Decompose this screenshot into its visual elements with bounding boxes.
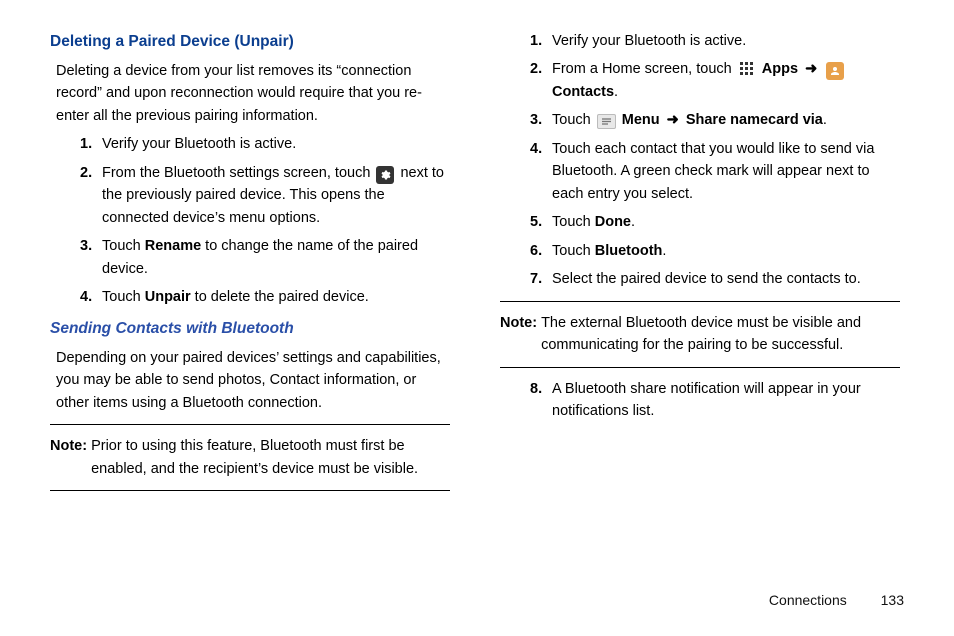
step-text: From a Home screen, touch Apps ➜ Contact… xyxy=(552,58,900,103)
section-name: Connections xyxy=(769,592,847,608)
bold-done: Done xyxy=(595,214,631,230)
step-number: 4. xyxy=(530,138,552,205)
note-label: Note: xyxy=(50,435,87,480)
list-item: 5. Touch Done. xyxy=(530,211,900,233)
step-number: 4. xyxy=(80,286,102,308)
list-item: 1. Verify your Bluetooth is active. xyxy=(530,30,900,52)
bold-menu: Menu xyxy=(622,112,660,128)
step-text: Touch Menu ➜ Share namecard via. xyxy=(552,109,900,131)
text: . xyxy=(823,112,827,128)
para-sending-desc: Depending on your paired devices’ settin… xyxy=(56,347,450,414)
arrow-icon: ➜ xyxy=(805,61,817,77)
bold-rename: Rename xyxy=(145,238,201,254)
list-item: 4. Touch Unpair to delete the paired dev… xyxy=(80,286,450,308)
step-number: 1. xyxy=(530,30,552,52)
step-number: 2. xyxy=(80,162,102,229)
step-number: 8. xyxy=(530,378,552,423)
note-label: Note: xyxy=(500,312,537,357)
list-item: 3. Touch Rename to change the name of th… xyxy=(80,235,450,280)
step-text: Verify your Bluetooth is active. xyxy=(552,30,900,52)
text: . xyxy=(631,214,635,230)
steps-continued: 8. A Bluetooth share notification will a… xyxy=(500,378,900,423)
list-item: 2. From the Bluetooth settings screen, t… xyxy=(80,162,450,229)
list-item: 1. Verify your Bluetooth is active. xyxy=(80,133,450,155)
list-item: 8. A Bluetooth share notification will a… xyxy=(530,378,900,423)
heading-deleting-paired: Deleting a Paired Device (Unpair) xyxy=(50,30,450,54)
text: . xyxy=(614,84,618,100)
page: Deleting a Paired Device (Unpair) Deleti… xyxy=(0,0,954,521)
step-text: From the Bluetooth settings screen, touc… xyxy=(102,162,450,229)
note-block: Note: Prior to using this feature, Bluet… xyxy=(50,424,450,491)
bold-apps: Apps xyxy=(762,61,798,77)
list-item: 4. Touch each contact that you would lik… xyxy=(530,138,900,205)
steps-unpair: 1. Verify your Bluetooth is active. 2. F… xyxy=(50,133,450,308)
text: From the Bluetooth settings screen, touc… xyxy=(102,165,374,181)
step-text: Touch Unpair to delete the paired device… xyxy=(102,286,450,308)
text: Touch xyxy=(102,289,145,305)
bold-contacts: Contacts xyxy=(552,84,614,100)
text: From a Home screen, touch xyxy=(552,61,736,77)
apps-grid-icon xyxy=(738,60,756,78)
note-row: Note: The external Bluetooth device must… xyxy=(500,312,900,357)
text: to delete the paired device. xyxy=(191,289,369,305)
gear-icon xyxy=(376,166,394,184)
text: Touch xyxy=(552,112,595,128)
list-item: 2. From a Home screen, touch Apps ➜ Cont… xyxy=(530,58,900,103)
bold-unpair: Unpair xyxy=(145,289,191,305)
step-number: 6. xyxy=(530,240,552,262)
text: Touch xyxy=(102,238,145,254)
page-footer: Connections 133 xyxy=(769,592,904,608)
list-item: 6. Touch Bluetooth. xyxy=(530,240,900,262)
step-number: 3. xyxy=(530,109,552,131)
text: Touch xyxy=(552,243,595,259)
note-text: Prior to using this feature, Bluetooth m… xyxy=(91,435,450,480)
step-text: A Bluetooth share notification will appe… xyxy=(552,378,900,423)
note-row: Note: Prior to using this feature, Bluet… xyxy=(50,435,450,480)
menu-icon xyxy=(597,114,616,129)
para-delete-desc: Deleting a device from your list removes… xyxy=(56,60,450,127)
steps-send-contacts: 1. Verify your Bluetooth is active. 2. F… xyxy=(500,30,900,291)
step-text: Touch Rename to change the name of the p… xyxy=(102,235,450,280)
left-column: Deleting a Paired Device (Unpair) Deleti… xyxy=(50,30,450,501)
arrow-icon: ➜ xyxy=(667,112,679,128)
step-number: 1. xyxy=(80,133,102,155)
text: . xyxy=(662,243,666,259)
step-number: 7. xyxy=(530,268,552,290)
note-block: Note: The external Bluetooth device must… xyxy=(500,301,900,368)
step-text: Touch Done. xyxy=(552,211,900,233)
bold-share: Share namecard via xyxy=(686,112,823,128)
page-number: 133 xyxy=(881,592,904,608)
heading-sending-contacts: Sending Contacts with Bluetooth xyxy=(50,317,450,341)
step-text: Select the paired device to send the con… xyxy=(552,268,900,290)
note-text: The external Bluetooth device must be vi… xyxy=(541,312,900,357)
list-item: 3. Touch Menu ➜ Share namecard via. xyxy=(530,109,900,131)
step-number: 5. xyxy=(530,211,552,233)
contacts-icon xyxy=(826,62,844,80)
bold-bluetooth: Bluetooth xyxy=(595,243,663,259)
step-number: 3. xyxy=(80,235,102,280)
step-text: Touch Bluetooth. xyxy=(552,240,900,262)
step-text: Verify your Bluetooth is active. xyxy=(102,133,450,155)
step-number: 2. xyxy=(530,58,552,103)
right-column: 1. Verify your Bluetooth is active. 2. F… xyxy=(500,30,900,501)
list-item: 7. Select the paired device to send the … xyxy=(530,268,900,290)
step-text: Touch each contact that you would like t… xyxy=(552,138,900,205)
text: Touch xyxy=(552,214,595,230)
